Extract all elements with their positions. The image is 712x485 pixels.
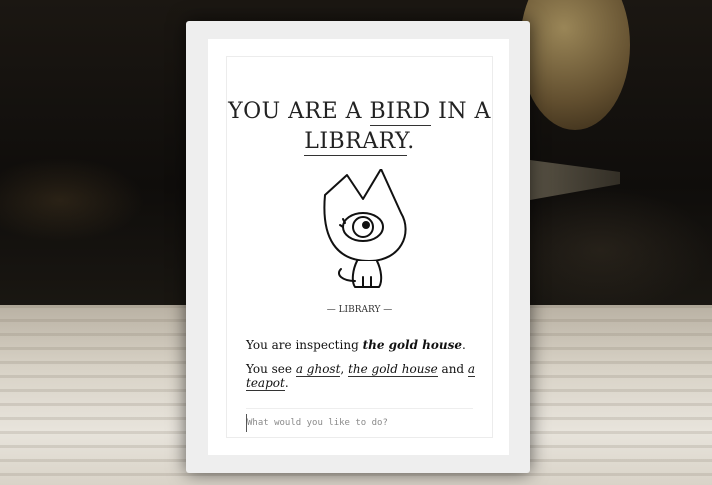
status-suffix: . [462,338,466,352]
status-prefix: You are inspecting [246,338,363,352]
objects-prefix: You see [246,362,296,376]
location-caption: — LIBRARY — [326,305,393,315]
objects-separator: , [340,362,349,376]
status-line: You are inspecting the gold house. [246,338,466,352]
title-link-library[interactable]: LIBRARY [304,129,408,156]
objects-suffix: . [284,376,289,390]
game-paper: YOU ARE A BIRD IN A LIBRARY. — LIBRARY —… [208,39,509,455]
title-part: YOU ARE A [228,99,370,124]
title-part: IN A [430,99,491,124]
game-title: YOU ARE A BIRD IN A LIBRARY. [227,97,492,157]
command-divider [246,408,473,409]
title-part: . [407,129,415,154]
game-window: YOU ARE A BIRD IN A LIBRARY. — LIBRARY —… [186,21,530,473]
cat-creature-icon [323,169,407,288]
game-content: YOU ARE A BIRD IN A LIBRARY. — LIBRARY —… [226,56,493,438]
status-target: the gold house [362,338,463,352]
command-input[interactable] [246,414,472,432]
object-link-gold-house[interactable]: the gold house [348,362,438,377]
objects-line: You see a ghost, the gold house and a te… [246,362,492,391]
title-link-bird[interactable]: BIRD [369,99,431,126]
object-link-ghost[interactable]: a ghost [295,362,341,377]
objects-separator: and [437,362,468,376]
